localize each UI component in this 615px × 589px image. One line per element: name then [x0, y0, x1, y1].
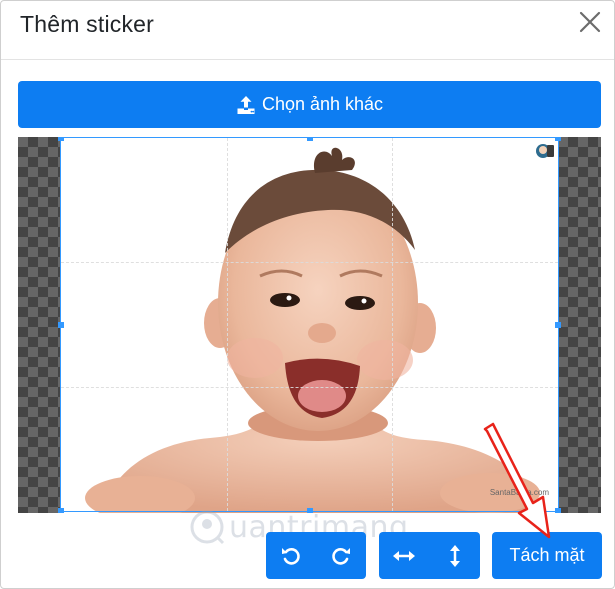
rotate-left-icon — [282, 547, 300, 565]
crop-handle-e[interactable] — [555, 321, 561, 328]
brand-logo-icon — [190, 510, 225, 545]
close-button[interactable] — [578, 10, 602, 34]
rotate-right-button[interactable] — [316, 532, 366, 579]
crop-handle-w[interactable] — [58, 321, 64, 328]
crop-guide-vertical — [392, 138, 394, 511]
upload-icon — [237, 95, 255, 114]
rotate-right-icon — [332, 547, 350, 565]
crop-handle-n[interactable] — [306, 137, 313, 141]
crop-guide-horizontal — [61, 262, 558, 264]
dialog-header: Thêm sticker — [1, 1, 614, 60]
crop-handle-nw[interactable] — [58, 137, 64, 141]
rotate-button-group — [266, 532, 366, 579]
flip-vertical-icon — [449, 544, 460, 567]
flip-horizontal-button[interactable] — [379, 532, 430, 579]
add-sticker-dialog: Thêm sticker Chọn ảnh khác uantrimang Tá… — [0, 0, 615, 589]
crop-handle-sw[interactable] — [58, 508, 64, 513]
crop-handle-ne[interactable] — [555, 137, 561, 141]
close-icon — [579, 11, 601, 33]
rotate-left-button[interactable] — [266, 532, 316, 579]
annotation-arrow-icon — [483, 422, 551, 539]
flip-horizontal-icon — [393, 550, 416, 561]
dialog-title: Thêm sticker — [20, 11, 155, 37]
flip-button-group — [379, 532, 480, 579]
choose-another-image-label: Chọn ảnh khác — [261, 94, 384, 114]
crop-guide-horizontal — [61, 386, 558, 388]
crop-guide-vertical — [226, 138, 228, 511]
choose-another-image-button[interactable]: Chọn ảnh khác — [18, 81, 601, 128]
